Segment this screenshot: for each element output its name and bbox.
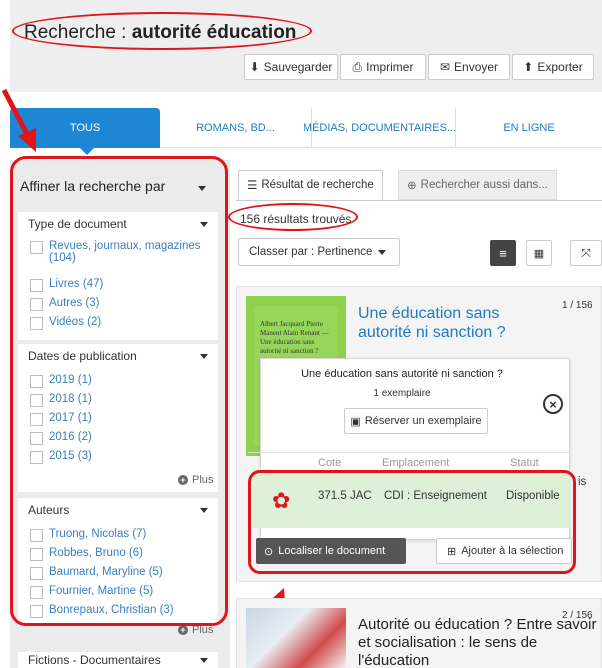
header-location: Emplacement: [382, 457, 450, 469]
tab-search-results[interactable]: ☰ Résultat de recherche: [238, 170, 383, 200]
annotation-box-availability: [248, 470, 576, 574]
save-button[interactable]: ⬇ Sauvegarder: [244, 54, 338, 80]
result-index: 2 / 156: [562, 610, 593, 621]
result-title[interactable]: Une éducation sans autorité ni sanction …: [358, 304, 538, 342]
header-cote: Cote: [318, 457, 342, 469]
truncated-text: is: [578, 476, 587, 488]
reserve-button[interactable]: ▣ Réserver un exemplaire: [344, 408, 488, 434]
list-icon: ☰: [247, 180, 258, 192]
calendar-icon: ▣: [350, 415, 361, 428]
divider: [236, 200, 602, 201]
annotation-oval-count: [228, 203, 358, 231]
tab-online[interactable]: EN LIGNE: [456, 108, 602, 148]
expand-icon: ⤧: [581, 245, 591, 260]
result-title[interactable]: Autorité ou éducation ? Entre savoir et …: [358, 616, 602, 668]
copies-table-header: Cote Emplacement Statut: [248, 452, 570, 470]
header-status: Statut: [510, 457, 539, 469]
sort-select[interactable]: Classer par : Pertinence: [238, 238, 400, 266]
facet-fiction-documentary[interactable]: Fictions - Documentaires: [18, 652, 218, 668]
chevron-down-icon: [378, 249, 387, 255]
plus-icon: +: [178, 625, 188, 635]
copies-count: 1 exemplaire: [373, 388, 431, 399]
tab-search-also[interactable]: ⊕ Rechercher aussi dans...: [398, 170, 557, 200]
download-icon: ⬇: [249, 60, 260, 74]
chevron-down-icon: [200, 657, 208, 663]
popup-title: Une éducation sans autorité ni sanction …: [301, 368, 503, 380]
annotation-oval-title: [12, 12, 312, 50]
print-icon: ⎙: [352, 59, 363, 74]
send-button[interactable]: ✉ Envoyer: [428, 54, 510, 80]
result-index: 1 / 156: [562, 300, 593, 311]
print-button[interactable]: ⎙ Imprimer: [340, 54, 426, 80]
grid-icon: ▦: [533, 247, 545, 260]
book-cover[interactable]: [246, 608, 346, 668]
annotation-box-sidebar: [10, 156, 228, 626]
active-tab-caret: [80, 148, 94, 155]
tab-media[interactable]: MÉDIAS, DOCUMENTAIRES...: [304, 108, 456, 148]
fullscreen-button[interactable]: ⤧: [570, 240, 602, 266]
annotation-arrow-sidebar: [1, 88, 36, 152]
close-icon[interactable]: ×: [543, 394, 563, 414]
zoom-icon: ⊕: [407, 180, 417, 192]
list-view-button[interactable]: ≡: [490, 240, 516, 266]
list-icon: ≡: [499, 245, 507, 261]
upload-icon: ⬆: [523, 60, 534, 74]
export-button[interactable]: ⬆ Exporter: [512, 54, 594, 80]
tab-novels[interactable]: ROMANS, BD...: [160, 108, 312, 148]
envelope-icon: ✉: [439, 60, 451, 74]
grid-view-button[interactable]: ▦: [526, 240, 552, 266]
